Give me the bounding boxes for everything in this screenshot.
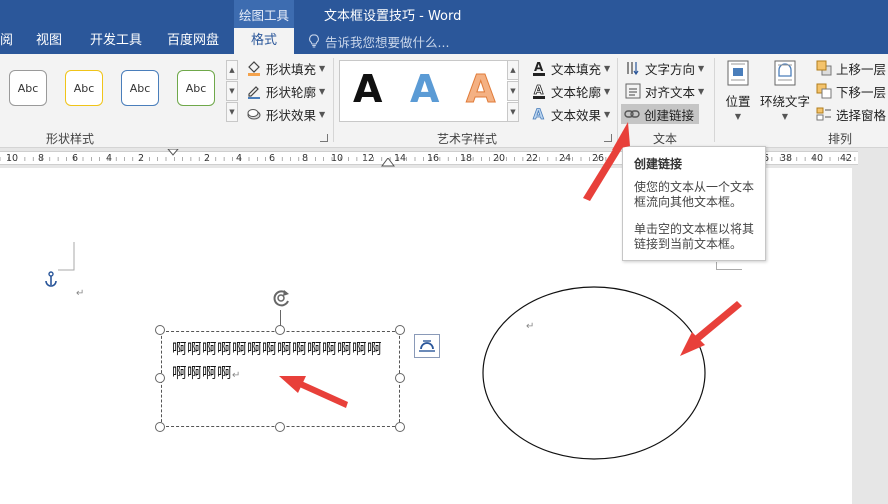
shape-effects-icon (246, 106, 262, 122)
wordart-more[interactable]: ▼ (507, 102, 519, 122)
tooltip-title: 创建链接 (634, 157, 683, 171)
ribbon-tabs: 阅 视图 开发工具 百度网盘 格式 告诉我您想要做什么... (0, 28, 888, 54)
tab-format[interactable]: 格式 (234, 28, 294, 54)
vertical-scrollbar[interactable] (852, 168, 888, 504)
tab-developer[interactable]: 开发工具 (90, 28, 142, 54)
tab-view[interactable]: 视图 (36, 28, 62, 54)
resize-handle-bottom-left[interactable] (155, 422, 165, 432)
ellipse-paragraph-mark: ↵ (526, 321, 535, 332)
shape-style-sample-3[interactable]: Abc (121, 70, 159, 106)
title-bar: 绘图工具 文本框设置技巧 - Word (0, 0, 888, 28)
text-fill-icon: A (531, 60, 547, 76)
margin-corner-mark (58, 242, 75, 271)
shape-fill-button[interactable]: 形状填充 ▼ (246, 58, 325, 78)
resize-handle-top-left[interactable] (155, 325, 165, 335)
paint-bucket-icon (246, 60, 262, 76)
bring-forward-icon (816, 60, 832, 76)
text-group-label: 文本 (653, 132, 678, 146)
position-icon (723, 58, 753, 88)
wordart-gallery: A A A (339, 60, 519, 122)
wordart-scroll-up[interactable]: ▲ (507, 60, 519, 80)
wordart-sample-blue[interactable]: A (410, 67, 439, 111)
text-direction-button[interactable]: 文字方向 ▼ (625, 58, 704, 78)
shape-styles-label: 形状样式 (46, 132, 95, 146)
selection-pane-icon (816, 106, 832, 122)
bring-forward-button[interactable]: 上移一层 (816, 58, 886, 78)
rotate-handle-icon[interactable] (269, 286, 293, 312)
shape-outline-button[interactable]: 形状轮廓 ▼ (246, 81, 325, 101)
svg-text:A: A (534, 60, 544, 74)
resize-handle-top[interactable] (275, 325, 285, 335)
align-text-icon (625, 83, 641, 99)
wrap-text-button[interactable]: 环绕文字 ▼ (759, 58, 811, 121)
tell-me-placeholder: 告诉我您想要做什么... (325, 34, 450, 50)
group-separator (714, 58, 715, 142)
gallery-more[interactable]: ▼ (226, 102, 238, 122)
text-outline-button[interactable]: A 文本轮廓 ▼ (531, 81, 610, 101)
shape-style-sample-1[interactable]: Abc (9, 70, 47, 106)
svg-text:A: A (533, 107, 544, 122)
text-fill-button[interactable]: A 文本填充 ▼ (531, 58, 610, 78)
group-separator (333, 58, 334, 142)
ellipse-shape[interactable] (480, 284, 712, 464)
wordart-sample-orange[interactable]: A (465, 67, 495, 112)
link-icon (624, 106, 640, 122)
wrap-text-icon (770, 58, 800, 88)
text-box-content: 啊啊啊啊啊啊啊啊啊啊啊啊啊啊啊啊啊啊↵ (172, 342, 382, 382)
create-link-button[interactable]: 创建链接 (621, 104, 700, 124)
send-backward-button[interactable]: 下移一层 (816, 81, 886, 101)
anchor-icon[interactable] (44, 271, 58, 287)
document-title: 文本框设置技巧 - Word (324, 9, 462, 24)
layout-options-icon (419, 340, 435, 352)
wordart-sample-black[interactable]: A (353, 67, 382, 111)
group-separator (617, 58, 618, 142)
layout-options-button[interactable] (414, 334, 440, 358)
resize-handle-top-right[interactable] (395, 325, 405, 335)
lightbulb-icon (309, 34, 319, 48)
paragraph-mark: ↵ (76, 288, 85, 299)
position-button[interactable]: 位置 ▼ (722, 58, 754, 121)
shape-styles-launcher[interactable] (320, 134, 328, 142)
wordart-styles-launcher[interactable] (604, 134, 612, 142)
resize-handle-left[interactable] (155, 373, 165, 383)
text-effects-button[interactable]: A 文本效果 ▼ (531, 104, 611, 124)
tooltip-hint: 单击空的文本框以将其链接到当前文本框。 (634, 222, 755, 251)
ribbon: Abc Abc Abc Abc ▲ ▼ ▼ 形状填充 ▼ 形状轮廓 ▼ 形状效果 ▼ … (0, 54, 888, 148)
tab-review[interactable]: 阅 (0, 28, 13, 54)
text-direction-icon (625, 60, 641, 76)
text-box[interactable]: 啊啊啊啊啊啊啊啊啊啊啊啊啊啊啊啊啊啊↵ (161, 331, 400, 427)
shape-effects-button[interactable]: 形状效果 ▼ (246, 104, 325, 124)
pencil-icon (246, 83, 262, 99)
create-link-tooltip: 创建链接 使您的文本从一个文本框流向其他文本框。 单击空的文本框以将其链接到当前… (622, 146, 766, 261)
gallery-scroll-up[interactable]: ▲ (226, 60, 238, 80)
indent-marker-icon[interactable] (166, 149, 180, 163)
arrange-group-label: 排列 (828, 132, 853, 146)
align-text-button[interactable]: 对齐文本 ▼ (625, 81, 704, 101)
wordart-scroll-down[interactable]: ▼ (507, 81, 519, 101)
tooltip-description: 使您的文本从一个文本框流向其他文本框。 (634, 180, 755, 209)
resize-handle-bottom[interactable] (275, 422, 285, 432)
tell-me-search[interactable]: 告诉我您想要做什么... (308, 32, 449, 50)
gallery-scroll-down[interactable]: ▼ (226, 81, 238, 101)
right-indent-marker-icon[interactable] (381, 158, 395, 168)
margin-corner-mark-right (716, 262, 742, 270)
resize-handle-bottom-right[interactable] (395, 422, 405, 432)
text-outline-icon: A (531, 83, 547, 99)
text-effects-icon: A (531, 106, 547, 122)
resize-handle-right[interactable] (395, 373, 405, 383)
shape-style-sample-4[interactable]: Abc (177, 70, 215, 106)
shape-style-sample-2[interactable]: Abc (65, 70, 103, 106)
tab-baidu-netdisk[interactable]: 百度网盘 (167, 28, 219, 54)
selection-pane-button[interactable]: 选择窗格 (816, 104, 886, 124)
svg-text:A: A (534, 83, 544, 97)
send-backward-icon (816, 83, 832, 99)
contextual-tab-group-drawing-tools: 绘图工具 (234, 0, 294, 28)
wordart-styles-label: 艺术字样式 (437, 132, 498, 146)
